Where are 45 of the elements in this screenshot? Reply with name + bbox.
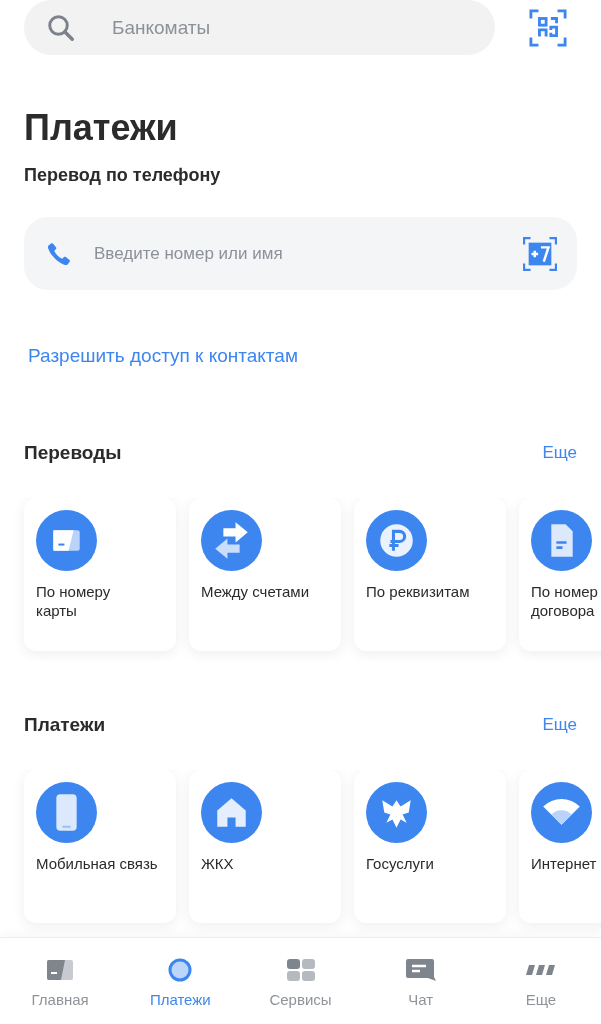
grid-icon [285,957,316,982]
circle-icon [168,957,193,982]
tile-label: Мобильная связь [36,854,158,873]
section-title: Переводы [24,442,122,464]
house-icon [201,782,262,843]
tile-label: По номеру карты [36,582,111,620]
section-title: Платежи [24,714,106,736]
more-link[interactable]: Еще [542,443,577,463]
phone-icon [36,782,97,843]
payment-tile[interactable]: Интернет [519,770,601,923]
ruble-icon [366,510,427,571]
allow-contacts-link[interactable]: Разрешить доступ к контактам [28,345,298,367]
qr-scan-button[interactable] [529,8,567,47]
card-icon [36,510,97,571]
payment-tile[interactable]: Госуслуги [354,770,506,923]
phone-field[interactable]: Введите номер или имя [24,217,577,290]
phone-input[interactable]: Введите номер или имя [92,242,523,265]
dots-icon [525,963,557,976]
search-field[interactable]: Банкоматы [24,0,495,55]
search-input[interactable]: Банкоматы [110,15,414,40]
section-title: Перевод по телефону [24,165,222,186]
wifi-icon [531,782,592,843]
payment-tile[interactable]: Между счетами [189,498,341,651]
tile-label: По реквизитам [366,582,470,601]
search-icon [46,12,76,43]
phone-icon [46,240,72,267]
qr-code-icon [529,8,567,47]
tile-label: Между счетами [201,582,310,601]
tile-label: Госуслуги [366,854,434,873]
emblem-icon [366,782,427,843]
page-title: Платежи [24,106,179,150]
nav-tab[interactable]: Платежи [120,938,241,1024]
tile-label: По номер договора [531,582,598,620]
payment-tile[interactable]: По реквизитам [354,498,506,651]
payment-tile[interactable]: Мобильная связь [24,770,176,923]
tile-label: ЖКХ [201,854,234,873]
plus-seven-scan-icon [523,236,557,271]
payment-tile[interactable]: По номер договора [519,498,601,651]
payment-tile[interactable]: ЖКХ [189,770,341,923]
tile-label: Интернет [531,854,597,873]
arrows-icon [201,510,262,571]
more-link[interactable]: Еще [542,715,577,735]
chat-icon [405,957,437,982]
payment-tile[interactable]: По номеру карты [24,498,176,651]
document-icon [531,510,592,571]
